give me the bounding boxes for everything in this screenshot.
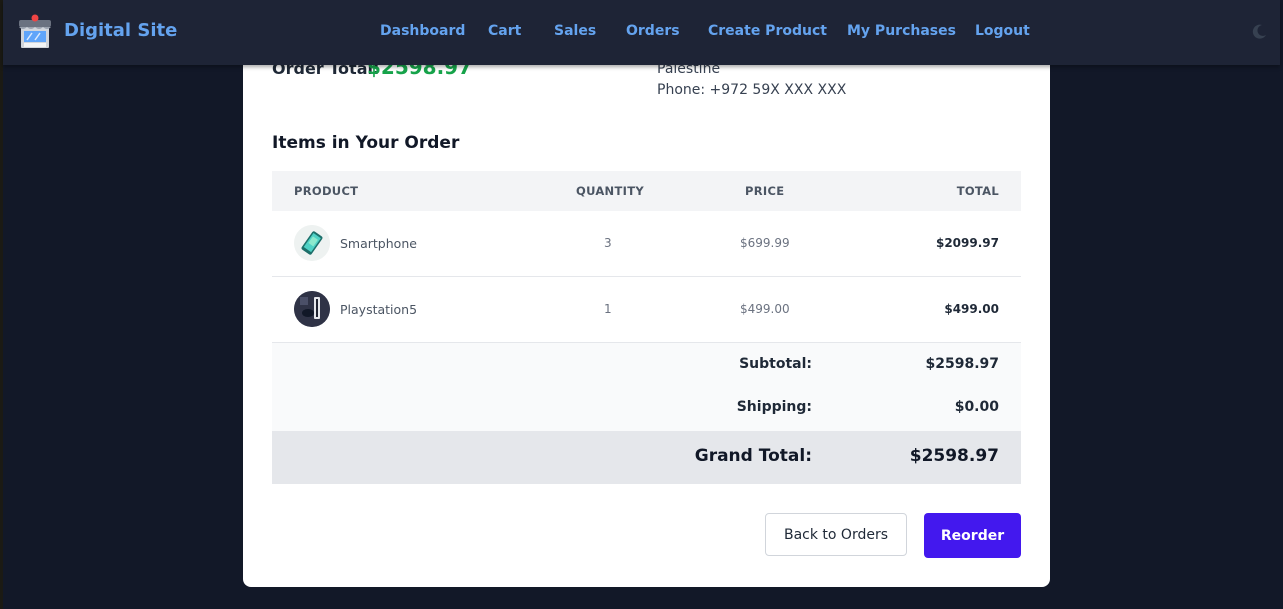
back-to-orders-button[interactable]: Back to Orders <box>765 513 907 556</box>
product-name: Playstation5 <box>340 302 418 317</box>
nav-link-logout[interactable]: Logout <box>975 23 1030 39</box>
product-line-total: $499.00 <box>944 302 999 316</box>
reorder-button[interactable]: Reorder <box>924 513 1021 558</box>
shipping-value: $0.00 <box>954 399 999 415</box>
nav-link-cart[interactable]: Cart <box>488 23 521 39</box>
order-summary: Subtotal: $2598.97 Shipping: $0.00 <box>272 343 1021 431</box>
shipping-address-phone: Phone: +972 59X XXX XXX <box>657 82 847 98</box>
moon-icon[interactable] <box>1250 23 1268 41</box>
nav-link-dashboard[interactable]: Dashboard <box>380 23 465 39</box>
header-product: PRODUCT <box>294 184 359 198</box>
left-edge-strip <box>0 0 3 609</box>
subtotal-value: $2598.97 <box>925 356 999 372</box>
product-line-total: $2099.97 <box>935 236 999 250</box>
product-quantity: 3 <box>604 236 612 250</box>
table-header: PRODUCT QUANTITY PRICE TOTAL <box>272 171 1021 211</box>
top-navbar: Digital Site Dashboard Cart Sales Orders… <box>3 0 1280 65</box>
table-row: Smartphone 3 $699.99 $2099.97 <box>272 211 1021 277</box>
store-logo-icon[interactable] <box>18 14 52 50</box>
grand-total-row: Grand Total: $2598.97 <box>272 431 1021 484</box>
subtotal-label: Subtotal: <box>739 356 812 372</box>
grand-total-label: Grand Total: <box>694 446 812 466</box>
product-price: $499.00 <box>740 302 790 316</box>
grand-total-value: $2598.97 <box>909 446 999 466</box>
product-name: Smartphone <box>340 236 417 251</box>
header-quantity: QUANTITY <box>576 184 644 198</box>
order-details-card: Order Total: $2598.97 Palestine Phone: +… <box>243 40 1050 587</box>
brand-name[interactable]: Digital Site <box>64 20 177 41</box>
playstation5-thumbnail <box>294 291 330 327</box>
header-total: TOTAL <box>956 184 999 198</box>
nav-link-my-purchases[interactable]: My Purchases <box>847 23 956 39</box>
nav-link-orders[interactable]: Orders <box>626 23 680 39</box>
product-price: $699.99 <box>740 236 790 250</box>
table-row: Playstation5 1 $499.00 $499.00 <box>272 277 1021 343</box>
shipping-label: Shipping: <box>736 399 812 415</box>
header-price: PRICE <box>745 184 785 198</box>
nav-link-sales[interactable]: Sales <box>554 23 596 39</box>
product-quantity: 1 <box>604 302 612 316</box>
smartphone-thumbnail <box>294 225 330 261</box>
items-section-title: Items in Your Order <box>272 133 460 153</box>
nav-link-create-product[interactable]: Create Product <box>708 23 827 39</box>
order-items-table: PRODUCT QUANTITY PRICE TOTAL Smartphone … <box>272 171 1021 484</box>
